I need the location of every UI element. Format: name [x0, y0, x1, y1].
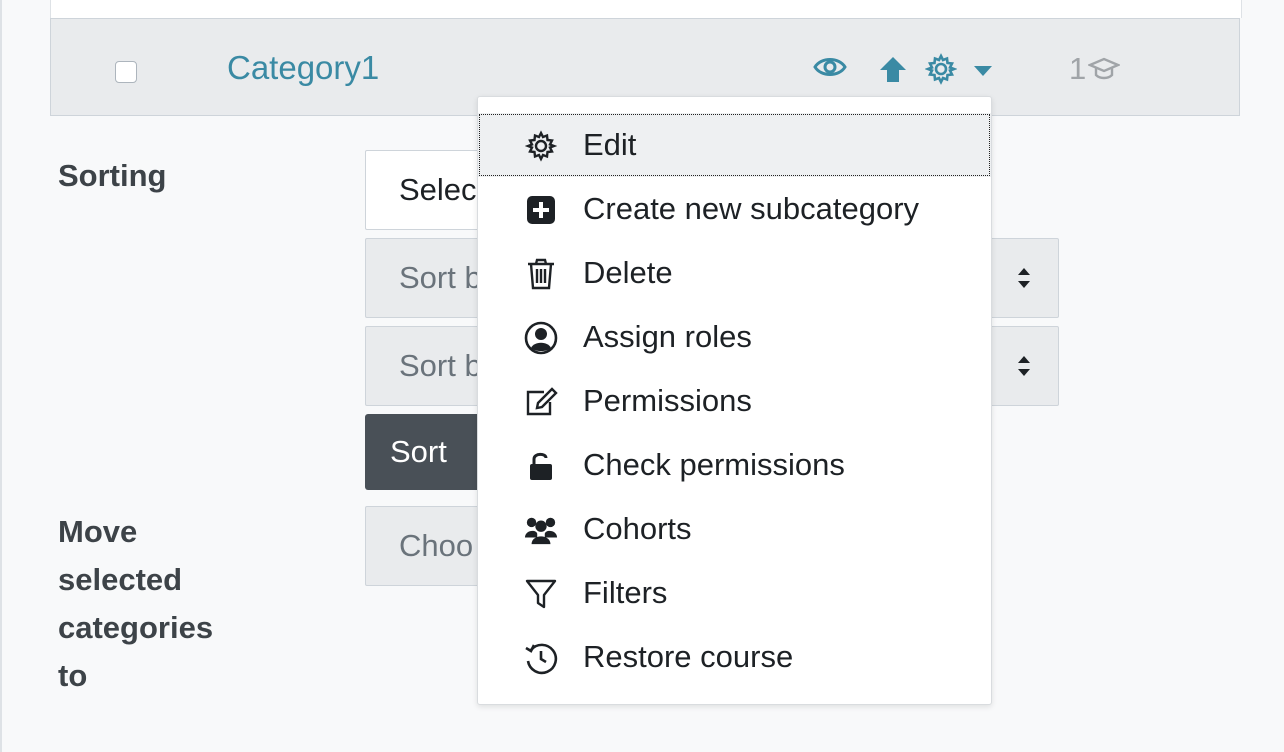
menu-item-label: Check permissions	[583, 447, 845, 482]
select-arrows-icon	[1016, 354, 1032, 383]
menu-item-permissions[interactable]: Permissions	[478, 369, 991, 433]
chevron-down-icon[interactable]	[974, 63, 992, 81]
course-count-value: 1	[1069, 51, 1087, 86]
plus-square-icon	[524, 193, 558, 227]
move-categories-label: Move selected categories to	[58, 508, 213, 700]
users-icon	[524, 513, 558, 547]
select-arrows-icon	[1016, 266, 1032, 295]
move-label-line: selected	[58, 562, 183, 597]
eye-icon[interactable]	[813, 53, 847, 86]
move-up-icon[interactable]	[878, 55, 908, 88]
menu-item-label: Restore course	[583, 639, 794, 674]
menu-item-restore-course[interactable]: Restore course	[478, 625, 991, 689]
menu-item-create-subcategory[interactable]: Create new subcategory	[478, 177, 991, 241]
sort-button[interactable]: Sort	[365, 414, 485, 490]
menu-item-assign-roles[interactable]: Assign roles	[478, 305, 991, 369]
move-label-line: to	[58, 658, 88, 693]
menu-item-cohorts[interactable]: Cohorts	[478, 497, 991, 561]
gear-icon	[524, 129, 558, 163]
filter-icon	[524, 577, 558, 611]
menu-item-filters[interactable]: Filters	[478, 561, 991, 625]
history-icon	[524, 641, 558, 675]
sorting-label: Sorting	[58, 158, 167, 193]
move-category-value: Choo	[399, 528, 474, 563]
menu-item-label: Permissions	[583, 383, 752, 418]
gear-icon[interactable]	[924, 53, 958, 90]
move-label-line: categories	[58, 610, 214, 645]
edit-icon	[524, 385, 558, 419]
course-count: 1	[1069, 51, 1121, 87]
graduation-cap-icon	[1088, 57, 1121, 80]
menu-item-label: Delete	[583, 255, 673, 290]
menu-item-check-permissions[interactable]: Check permissions	[478, 433, 991, 497]
sort-by-2-value: Sort b	[399, 348, 482, 383]
category-select-checkbox[interactable]	[115, 61, 137, 83]
sort-select-value: Selec	[399, 172, 477, 207]
previous-row	[50, 0, 1242, 18]
unlock-icon	[524, 449, 558, 483]
page-left-border	[0, 0, 2, 752]
category-actions-menu: Edit Create new subcategory Delete Assig…	[477, 96, 992, 705]
menu-item-label: Assign roles	[583, 319, 752, 354]
sort-select[interactable]: Selec	[365, 150, 495, 230]
user-circle-icon	[524, 321, 558, 355]
sort-by-1-value: Sort b	[399, 260, 482, 295]
trash-icon	[524, 257, 558, 291]
menu-item-label: Cohorts	[583, 511, 692, 546]
menu-item-delete[interactable]: Delete	[478, 241, 991, 305]
menu-item-edit[interactable]: Edit	[478, 113, 991, 177]
category-name-link[interactable]: Category1	[227, 49, 379, 87]
menu-item-label: Edit	[583, 127, 637, 162]
move-label-line: Move	[58, 514, 138, 549]
move-category-select[interactable]: Choo	[365, 506, 495, 586]
menu-item-label: Filters	[583, 575, 668, 610]
menu-item-label: Create new subcategory	[583, 191, 920, 226]
